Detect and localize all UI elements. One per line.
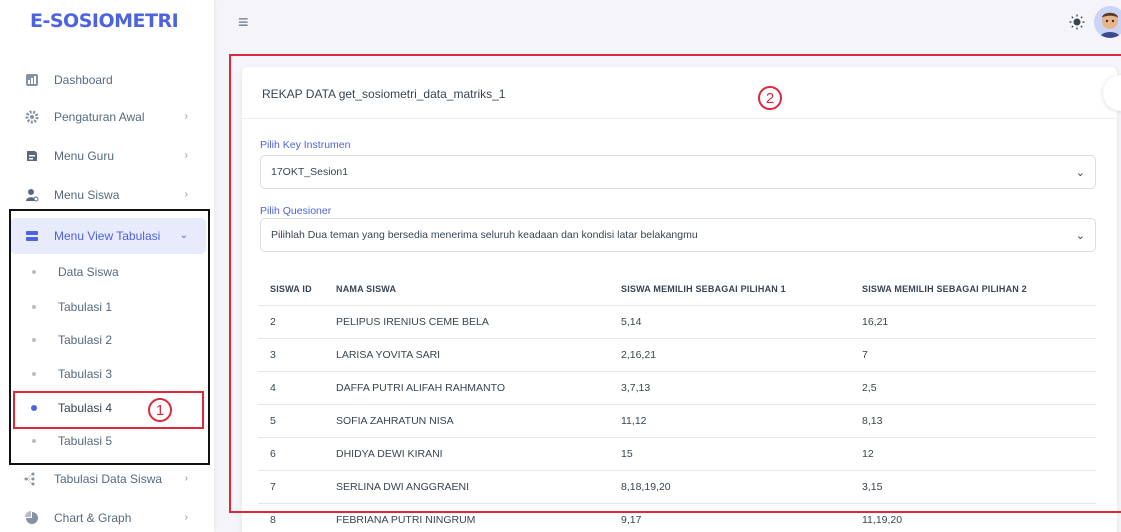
sidebar-item-label: Menu Guru — [54, 149, 115, 163]
sidebar-item-menu-siswa[interactable]: Menu Siswa › — [10, 177, 206, 213]
sidebar-item-tabulasi-data-siswa[interactable]: Tabulasi Data Siswa › — [10, 461, 206, 497]
cell-nama-siswa: FEBRIANA PUTRI NINGRUM — [336, 514, 476, 526]
student-icon — [22, 185, 42, 205]
sidebar-item-label: Menu Siswa — [54, 188, 120, 202]
dashboard-icon — [22, 70, 42, 90]
teacher-icon — [22, 146, 42, 166]
theme-toggle-icon[interactable] — [1069, 14, 1085, 35]
sidebar-item-label: Dashboard — [54, 73, 113, 87]
sidebar-item-label: Tabulasi Data Siswa — [54, 472, 163, 486]
annotation-box-1 — [13, 391, 204, 429]
sidebar-item-dashboard[interactable]: Dashboard — [10, 62, 206, 98]
sidebar-item-label: Pengaturan Awal — [54, 110, 145, 124]
topbar: ≡ — [214, 0, 1121, 46]
sidebar-item-menu-guru[interactable]: Menu Guru › — [10, 138, 206, 174]
network-icon — [22, 469, 42, 489]
cell-pilihan-2: 11,19,20 — [862, 514, 903, 526]
chevron-right-icon: › — [184, 111, 188, 122]
chevron-right-icon: › — [184, 473, 188, 484]
annotation-box-2 — [229, 54, 1121, 513]
app-logo[interactable]: E-SOSIOMETRI — [30, 10, 179, 32]
gear-icon — [22, 107, 42, 127]
sidebar-item-pengaturan-awal[interactable]: Pengaturan Awal › — [10, 99, 206, 135]
annotation-marker-1: 1 — [148, 398, 172, 422]
chevron-right-icon: › — [184, 512, 188, 523]
annotation-marker-2: 2 — [758, 86, 782, 110]
chevron-right-icon: › — [184, 150, 188, 161]
cell-pilihan-1: 9,17 — [621, 514, 642, 526]
pie-chart-icon — [22, 508, 42, 528]
cell-siswa-id: 8 — [270, 514, 276, 526]
hamburger-menu-icon[interactable]: ≡ — [238, 12, 249, 33]
chevron-right-icon: › — [184, 189, 188, 200]
sidebar-item-label: Chart & Graph — [54, 511, 132, 525]
sidebar-item-chart-graph[interactable]: Chart & Graph › — [10, 500, 206, 532]
user-avatar[interactable] — [1094, 6, 1121, 38]
